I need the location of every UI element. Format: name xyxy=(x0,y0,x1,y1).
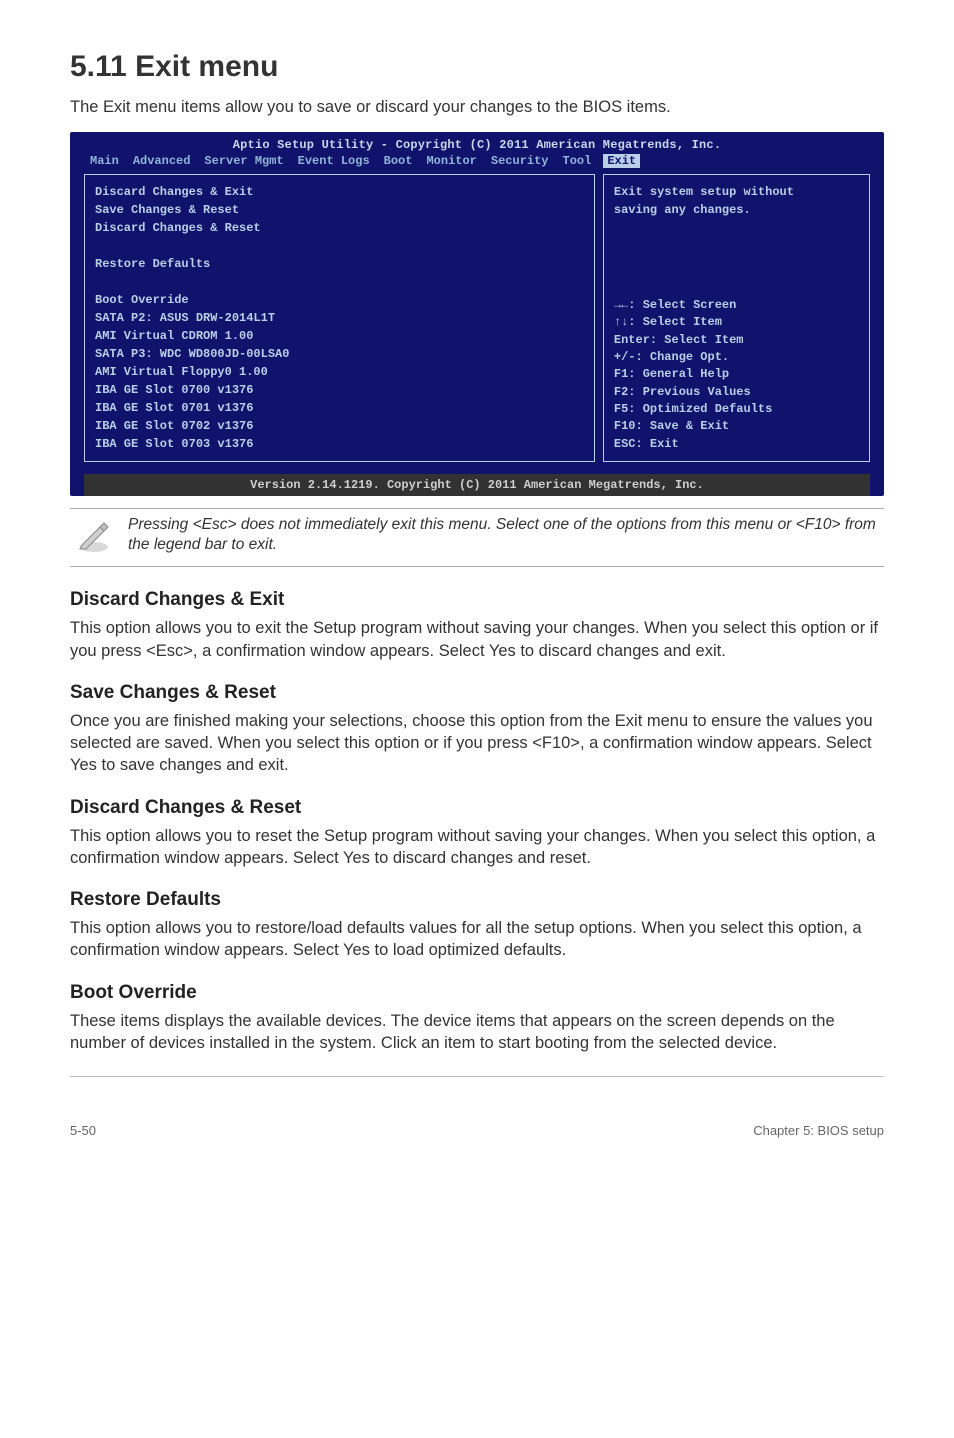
section-heading: Discard Changes & Exit xyxy=(70,589,884,611)
section-heading: Restore Defaults xyxy=(70,889,884,911)
bios-footer: Version 2.14.1219. Copyright (C) 2011 Am… xyxy=(84,474,870,496)
bios-item: IBA GE Slot 0702 v1376 xyxy=(95,417,584,435)
section-heading: Discard Changes & Reset xyxy=(70,797,884,819)
intro-text: The Exit menu items allow you to save or… xyxy=(70,96,884,118)
section-body: This option allows you to restore/load d… xyxy=(70,917,884,962)
bios-tab-exit: Exit xyxy=(603,154,640,168)
bios-tab-advanced: Advanced xyxy=(131,154,193,168)
pencil-icon xyxy=(74,515,114,560)
section-body: This option allows you to exit the Setup… xyxy=(70,617,884,662)
note-text: Pressing <Esc> does not immediately exit… xyxy=(128,515,880,555)
bios-legend: ESC: Exit xyxy=(614,436,859,453)
bios-spacer xyxy=(95,273,584,291)
bios-tab-tool: Tool xyxy=(561,154,594,168)
bios-legend: +/-: Change Opt. xyxy=(614,349,859,366)
bios-legend: F5: Optimized Defaults xyxy=(614,401,859,418)
bios-legend: Enter: Select Item xyxy=(614,332,859,349)
bios-tab-main: Main xyxy=(88,154,121,168)
bios-legend: ↑↓: Select Item xyxy=(614,314,859,331)
bios-tab-security: Security xyxy=(489,154,551,168)
bios-screenshot: Aptio Setup Utility - Copyright (C) 2011… xyxy=(70,132,884,496)
bios-right-panel: Exit system setup without saving any cha… xyxy=(603,174,870,462)
bios-help-text: Exit system setup without xyxy=(614,183,859,201)
bios-legend: →←: Select Screen xyxy=(614,297,859,314)
bios-help-text: saving any changes. xyxy=(614,201,859,219)
section-body: This option allows you to reset the Setu… xyxy=(70,825,884,870)
bios-tab-boot: Boot xyxy=(382,154,415,168)
bios-item: SATA P2: ASUS DRW-2014L1T xyxy=(95,309,584,327)
bios-tab-server-mgmt: Server Mgmt xyxy=(202,154,285,168)
bios-legend: F2: Previous Values xyxy=(614,384,859,401)
page-footer: 5-50 Chapter 5: BIOS setup xyxy=(0,1107,954,1146)
page-number: 5-50 xyxy=(70,1123,96,1138)
bios-item: IBA GE Slot 0703 v1376 xyxy=(95,435,584,453)
bios-item: Save Changes & Reset xyxy=(95,201,584,219)
bios-legend: F1: General Help xyxy=(614,366,859,383)
chapter-label: Chapter 5: BIOS setup xyxy=(753,1123,884,1138)
bios-item: Boot Override xyxy=(95,291,584,309)
bios-header: Aptio Setup Utility - Copyright (C) 2011… xyxy=(70,132,884,152)
bios-item: AMI Virtual Floppy0 1.00 xyxy=(95,363,584,381)
bios-tabs: Main Advanced Server Mgmt Event Logs Boo… xyxy=(70,152,884,174)
bios-left-panel: Discard Changes & Exit Save Changes & Re… xyxy=(84,174,595,462)
section-heading: Boot Override xyxy=(70,982,884,1004)
bios-tab-event-logs: Event Logs xyxy=(296,154,372,168)
bios-item: IBA GE Slot 0700 v1376 xyxy=(95,381,584,399)
bios-legend: F10: Save & Exit xyxy=(614,418,859,435)
section-body: Once you are finished making your select… xyxy=(70,710,884,777)
note-block: Pressing <Esc> does not immediately exit… xyxy=(70,508,884,567)
bios-tab-monitor: Monitor xyxy=(424,154,478,168)
bios-item: Discard Changes & Reset xyxy=(95,219,584,237)
section-heading: Save Changes & Reset xyxy=(70,682,884,704)
bios-item: IBA GE Slot 0701 v1376 xyxy=(95,399,584,417)
bios-item: Restore Defaults xyxy=(95,255,584,273)
bios-item: Discard Changes & Exit xyxy=(95,183,584,201)
section-body: These items displays the available devic… xyxy=(70,1010,884,1055)
footer-divider xyxy=(70,1076,884,1077)
page-title: 5.11 Exit menu xyxy=(70,50,884,84)
bios-item: SATA P3: WDC WD800JD-00LSA0 xyxy=(95,345,584,363)
bios-spacer xyxy=(95,237,584,255)
bios-item: AMI Virtual CDROM 1.00 xyxy=(95,327,584,345)
